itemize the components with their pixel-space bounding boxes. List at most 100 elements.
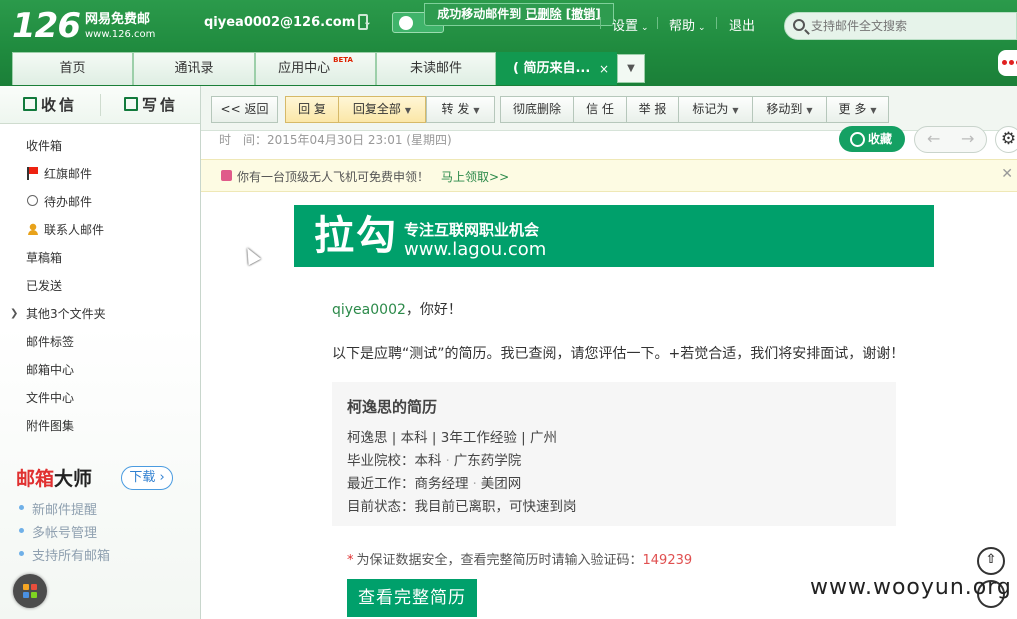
nav-divider [657, 17, 658, 29]
separator-dot: · [472, 476, 477, 492]
close-icon[interactable]: × [599, 53, 609, 85]
close-icon[interactable]: ✕ [1001, 166, 1013, 182]
report-button[interactable]: 举 报 [627, 96, 679, 123]
nav-divider [600, 17, 601, 29]
compose-button[interactable]: 写信 [101, 86, 201, 124]
sidebar-item-tags[interactable]: 邮件标签 [26, 333, 74, 351]
search-box[interactable] [784, 12, 1017, 40]
gear-icon[interactable]: ⚙ [995, 126, 1017, 153]
sidebar-item-inbox[interactable]: 收件箱 [26, 137, 62, 155]
forward-button[interactable]: 转 发 ▼ [426, 96, 495, 123]
mobile-icon[interactable] [358, 14, 368, 30]
person-icon [27, 223, 39, 236]
logo[interactable]: 126 网易免费邮 www.126.com [12, 8, 155, 44]
resume-work: 最近工作：商务经理 · 美团网 [347, 472, 521, 492]
promo-item: 支持所有邮箱 [18, 545, 110, 564]
receive-button[interactable]: 收信 [0, 86, 100, 124]
work-company: 美团网 [480, 476, 522, 492]
more-button[interactable]: 更 多 ▼ [827, 96, 889, 123]
chevron-right-icon[interactable]: ❯ [10, 305, 18, 323]
school-name: 广东药学院 [453, 453, 522, 469]
sidebar-item-attachments[interactable]: 附件图集 [26, 417, 74, 435]
favorite-button[interactable]: 收藏 [839, 126, 905, 152]
download-button[interactable]: 下载 › [121, 466, 173, 490]
toast-text: 成功移动邮件到 [437, 7, 522, 21]
sidebar-item-sent[interactable]: 已发送 [26, 277, 62, 295]
more-dots-button[interactable] [998, 50, 1017, 76]
grid-tile-icon [23, 592, 29, 598]
logo-title: 网易免费邮 [84, 12, 150, 27]
sidebar-item-flagged[interactable]: 红旗邮件 [27, 165, 92, 183]
search-input[interactable] [811, 17, 1006, 35]
tab-label: ( 简历来自... [513, 61, 591, 76]
logout-link[interactable]: 退出 [729, 15, 755, 34]
tab-unread[interactable]: 未读邮件 [376, 52, 496, 85]
intro-text: 以下是应聘“测试”的简历。我已查阅，请您评估一下。+若觉合适，我们将安排面试，谢… [332, 346, 905, 362]
sidebar-item-other-folders[interactable]: ❯ 其他3个文件夹 [10, 305, 106, 323]
sidebar-item-label: 其他3个文件夹 [26, 307, 106, 321]
tab-app-center[interactable]: 应用中心BETA [255, 52, 376, 85]
arrow-left-icon[interactable]: ← [927, 129, 940, 148]
promo-title: 邮箱大师 [16, 464, 92, 491]
move-to-button[interactable]: 移动到 ▼ [753, 96, 827, 123]
app-grid-button[interactable] [13, 574, 47, 608]
mail-toolbar: << 返回 回 复 回复全部 ▼ 转 发 ▼ 彻底删除 信 任 举 报 标记为 ▼ 移… [201, 86, 1017, 131]
watermark: www.wooyun.org [810, 575, 1012, 600]
verify-note: * 为保证数据安全，查看完整简历时请输入验证码：149239 [347, 549, 692, 568]
sidebar-item-drafts[interactable]: 草稿箱 [26, 249, 62, 267]
tab-current-mail[interactable]: ( 简历来自... × [496, 52, 617, 85]
sidebar: 收信 写信 收件箱 红旗邮件 待办邮件 联系人邮件 草稿箱 已发送 ❯ 其他3个文… [0, 86, 201, 619]
promo-title-red: 邮箱 [16, 468, 55, 490]
receive-label: 收信 [40, 96, 77, 114]
tab-more-button[interactable]: ▼ [617, 54, 645, 83]
forward-label: 转 发 [441, 102, 470, 116]
mark-as-button[interactable]: 标记为 ▼ [679, 96, 753, 123]
mail-time: 时 间：2015年04月30日 23:01 (星期四) [219, 131, 452, 148]
app-icon [399, 16, 413, 30]
school-label: 毕业院校：本科 [347, 453, 442, 469]
toast-folder-link[interactable]: 已删除 [526, 7, 562, 21]
verify-code: 149239 [642, 553, 693, 568]
promo-item: 新邮件提醒 [18, 499, 97, 518]
sidebar-item-mail-center[interactable]: 邮箱中心 [26, 361, 74, 379]
chevron-down-icon[interactable]: ▼ [405, 106, 411, 115]
greeting-text: ，你好！ [405, 302, 462, 318]
ad-text: 你有一台顶级无人飞机可免费申领！ 马上领取>> [237, 168, 509, 185]
arrow-right-icon[interactable]: → [961, 129, 974, 148]
sidebar-item-todo[interactable]: 待办邮件 [27, 193, 92, 211]
verify-text: 为保证数据安全，查看完整简历时请输入验证码： [356, 553, 643, 568]
beta-badge: BETA [333, 56, 353, 64]
resume-summary: 柯逸思 | 本科 | 3年工作经验 | 广州 [347, 430, 557, 446]
chevron-down-icon[interactable]: ▼ [473, 106, 479, 115]
back-button[interactable]: << 返回 [211, 96, 278, 123]
delete-button[interactable]: 彻底删除 [500, 96, 574, 123]
tab-contacts[interactable]: 通讯录 [133, 52, 255, 85]
grid-tile-icon [31, 584, 37, 590]
trust-button[interactable]: 信 任 [574, 96, 627, 123]
resume-school: 毕业院校：本科 · 广东药学院 [347, 449, 521, 469]
banner-logo: 拉勾 [314, 213, 398, 259]
settings-menu[interactable]: 设置 ⌄ [612, 15, 649, 34]
promo-item: 多帐号管理 [18, 522, 97, 541]
help-menu[interactable]: 帮助 ⌄ [669, 15, 706, 34]
chevron-down-icon: ▼ [870, 106, 877, 115]
tab-home[interactable]: 首页 [12, 52, 133, 85]
mail-meta: 时 间：2015年04月30日 23:01 (星期四) 收藏 ← → ⚙ [201, 126, 1017, 159]
sidebar-item-file-center[interactable]: 文件中心 [26, 389, 74, 407]
resume-status: 目前状态：我目前已离职，可快速到岗 [347, 499, 577, 515]
sidebar-item-contacts-mail[interactable]: 联系人邮件 [27, 221, 105, 239]
view-full-resume-button[interactable]: 查看完整简历 [347, 579, 477, 617]
scroll-top-icon[interactable]: ⇧ [977, 547, 1005, 575]
lagou-banner[interactable]: 拉勾 专注互联网职业机会 www.lagou.com [294, 205, 934, 267]
reply-button[interactable]: 回 复 [285, 96, 339, 123]
ad-bar: 你有一台顶级无人飞机可免费申领！ 马上领取>> ✕ [201, 159, 1017, 192]
search-icon[interactable] [793, 19, 805, 31]
reply-all-button[interactable]: 回复全部 ▼ [339, 96, 426, 123]
toast-undo-link[interactable]: [撤销] [566, 7, 601, 21]
ad-link[interactable]: 马上领取>> [441, 170, 509, 184]
account-menu[interactable]: qiyea0002@126.com ⌄ [204, 15, 372, 30]
move-toast: 成功移动邮件到 已删除 [撤销] [424, 3, 614, 26]
greeting-name: qiyea0002 [332, 302, 406, 318]
sidebar-item-label: 联系人邮件 [44, 223, 105, 237]
work-label: 最近工作：商务经理 [347, 476, 469, 492]
